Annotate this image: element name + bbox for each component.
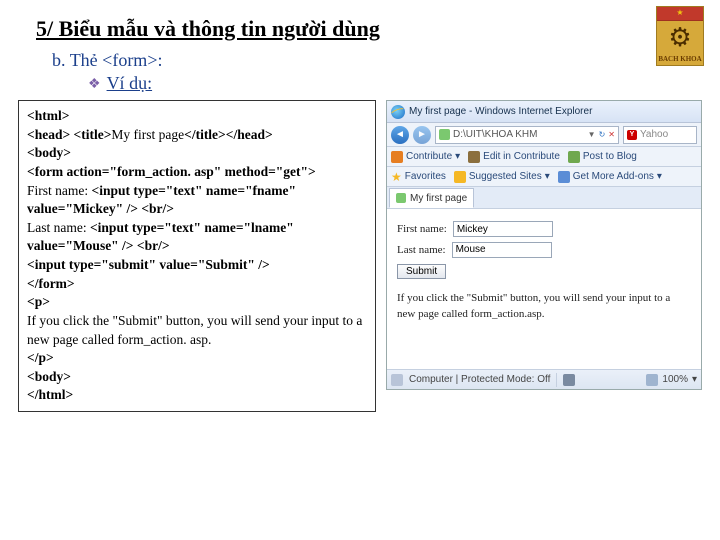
window-title: My first page - Windows Internet Explore… — [409, 106, 697, 117]
shield-icon — [563, 374, 575, 386]
post-icon — [568, 151, 580, 163]
zoom-control[interactable]: 100% ▾ — [646, 374, 697, 386]
addons-icon — [558, 171, 570, 183]
university-badge: ⚙ BACH KHOA — [656, 6, 704, 66]
code-line: </form> — [27, 275, 367, 294]
addons-button[interactable]: Get More Add-ons ▾ — [558, 171, 662, 183]
code-line: <p> — [27, 293, 367, 312]
edit-button[interactable]: Edit in Contribute — [468, 151, 560, 163]
tab-active[interactable]: My first page — [389, 188, 474, 208]
section-b: b. Thẻ <form>: — [52, 50, 702, 71]
address-bar-row: ◄ ► D:\UIT\KHOA KHM ▼ ↻ ✕ Y Yahoo — [387, 123, 701, 147]
computer-icon — [391, 374, 403, 386]
fname-label: First name: — [397, 221, 447, 238]
zoom-icon — [646, 374, 658, 386]
star-icon: ★ — [391, 170, 402, 184]
search-box[interactable]: Y Yahoo — [623, 126, 697, 144]
slide: ⚙ BACH KHOA 5/ Biểu mẫu và thông tin ngư… — [0, 0, 720, 540]
code-line: <body> — [27, 368, 367, 387]
post-button[interactable]: Post to Blog — [568, 151, 637, 163]
suggested-sites-button[interactable]: Suggested Sites ▾ — [454, 171, 550, 183]
code-line: <form action="form_action. asp" method="… — [27, 163, 367, 182]
lname-row: Last name: — [397, 242, 691, 259]
address-bar[interactable]: D:\UIT\KHOA KHM ▼ ↻ ✕ — [435, 126, 619, 144]
ie-icon — [391, 105, 405, 119]
badge-label: BACH KHOA — [658, 55, 701, 63]
status-text: Computer | Protected Mode: Off — [409, 374, 550, 385]
code-line: If you click the "Submit" button, you wi… — [27, 312, 367, 349]
lname-input[interactable] — [452, 242, 552, 258]
suggested-icon — [454, 171, 466, 183]
stop-icon[interactable]: ✕ — [608, 130, 615, 139]
code-line: </p> — [27, 349, 367, 368]
fname-row: First name: — [397, 221, 691, 238]
zoom-value: 100% — [662, 374, 688, 385]
section-b-prefix: b. — [52, 50, 66, 70]
example-label: ❖ Ví dụ: — [88, 73, 702, 94]
favorites-button[interactable]: ★Favorites — [391, 170, 446, 184]
back-button[interactable]: ◄ — [391, 126, 409, 144]
forward-button[interactable]: ► — [413, 126, 431, 144]
favorites-toolbar: ★Favorites Suggested Sites ▾ Get More Ad… — [387, 167, 701, 187]
section-b-text: Thẻ <form>: — [70, 50, 163, 70]
page-icon — [439, 129, 450, 140]
yahoo-icon: Y — [627, 130, 637, 140]
browser-window: My first page - Windows Internet Explore… — [386, 100, 702, 390]
chevron-down-icon[interactable]: ▼ — [588, 130, 596, 139]
address-text: D:\UIT\KHOA KHM — [453, 129, 585, 140]
code-line: <head> <title>My first page</title></hea… — [27, 126, 367, 145]
code-box: <html> <head> <title>My first page</titl… — [18, 100, 376, 412]
gear-icon: ⚙ — [668, 21, 691, 55]
browser-viewport: First name: Last name: Submit If you cli… — [387, 209, 701, 369]
page-icon — [396, 193, 406, 203]
fname-input[interactable] — [453, 221, 553, 237]
status-bar: Computer | Protected Mode: Off 100% ▾ — [387, 369, 701, 389]
lname-label: Last name: — [397, 242, 446, 259]
contribute-toolbar: Contribute ▾ Edit in Contribute Post to … — [387, 147, 701, 167]
code-line: <input type="submit" value="Submit" /> — [27, 256, 367, 275]
code-line: <html> — [27, 107, 367, 126]
search-engine-label: Yahoo — [640, 129, 668, 140]
code-line: </html> — [27, 386, 367, 405]
submit-button[interactable]: Submit — [397, 264, 446, 279]
tab-label: My first page — [410, 193, 467, 204]
diamond-bullet-icon: ❖ — [88, 77, 101, 92]
refresh-icon[interactable]: ↻ — [599, 130, 606, 139]
edit-icon — [468, 151, 480, 163]
contribute-icon — [391, 151, 403, 163]
example-text: Ví dụ: — [107, 73, 153, 93]
browser-titlebar: My first page - Windows Internet Explore… — [387, 101, 701, 123]
tab-strip: My first page — [387, 187, 701, 209]
slide-heading: 5/ Biểu mẫu và thông tin người dùng — [36, 16, 702, 42]
content-row: <html> <head> <title>My first page</titl… — [18, 100, 702, 412]
code-line: First name: <input type="text" name="fna… — [27, 182, 367, 219]
description-para: If you click the "Submit" button, you wi… — [397, 290, 691, 323]
contribute-button[interactable]: Contribute ▾ — [391, 151, 460, 163]
flag-icon — [657, 7, 703, 21]
code-line: <body> — [27, 144, 367, 163]
code-line: Last name: <input type="text" name="lnam… — [27, 219, 367, 256]
